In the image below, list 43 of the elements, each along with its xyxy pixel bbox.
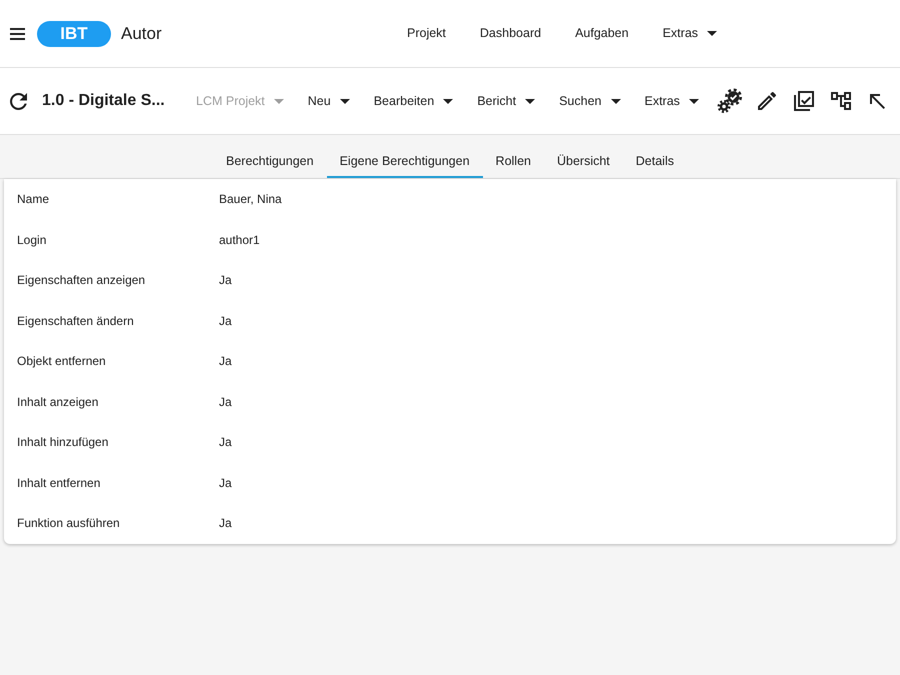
property-value: Ja	[219, 272, 232, 290]
menu-icon[interactable]	[10, 28, 25, 40]
property-value: Ja	[219, 353, 232, 370]
property-value: Ja	[219, 474, 232, 492]
tab[interactable]: Übersicht	[544, 146, 623, 178]
document-title: 1.0 - Digitale S...	[42, 92, 165, 109]
property-value: author1	[219, 232, 260, 249]
tab[interactable]: Details	[622, 146, 687, 178]
property-value: Ja	[219, 515, 232, 532]
caret-icon	[443, 98, 454, 104]
caret-icon	[340, 98, 350, 104]
nav-link[interactable]: Dashboard	[462, 16, 558, 52]
menu-button[interactable]: Suchen	[547, 83, 632, 119]
tab[interactable]: Berechtigungen	[213, 146, 327, 178]
logo: IBT	[37, 20, 111, 46]
menu-button[interactable]: Extras	[632, 83, 711, 119]
property-label: Inhalt entfernen	[17, 474, 100, 492]
property-label: Inhalt anzeigen	[17, 394, 98, 411]
caret-icon	[707, 31, 718, 36]
property-label: Name	[17, 191, 50, 208]
caret-icon	[610, 98, 620, 104]
property-label: Eigenschaften anzeigen	[17, 272, 146, 290]
menu-button[interactable]: Bericht	[465, 83, 548, 119]
property-label: Funktion ausführen	[17, 515, 120, 532]
refresh-icon[interactable]	[10, 92, 27, 110]
property-label: Login	[17, 232, 46, 249]
property-value: Ja	[219, 394, 232, 411]
menu-button[interactable]: Neu	[296, 83, 362, 119]
menu-button[interactable]: Bearbeiten	[362, 83, 466, 119]
app-title: Autor	[121, 22, 162, 45]
property-value: Bauer, Nina	[219, 191, 282, 208]
property-label: Eigenschaften ändern	[17, 312, 134, 330]
tab[interactable]: Rollen	[482, 146, 544, 178]
caret-icon	[274, 98, 284, 104]
nav-link[interactable]: Aufgaben	[558, 16, 646, 52]
nav-link[interactable]: Projekt	[390, 16, 463, 52]
property-label: Objekt entfernen	[17, 353, 106, 370]
property-value: Ja	[219, 434, 232, 452]
property-value: Ja	[219, 312, 232, 330]
nav-link[interactable]: Extras	[646, 16, 734, 52]
property-label: Inhalt hinzufügen	[17, 434, 108, 452]
caret-icon	[688, 98, 699, 104]
caret-icon	[525, 98, 536, 104]
